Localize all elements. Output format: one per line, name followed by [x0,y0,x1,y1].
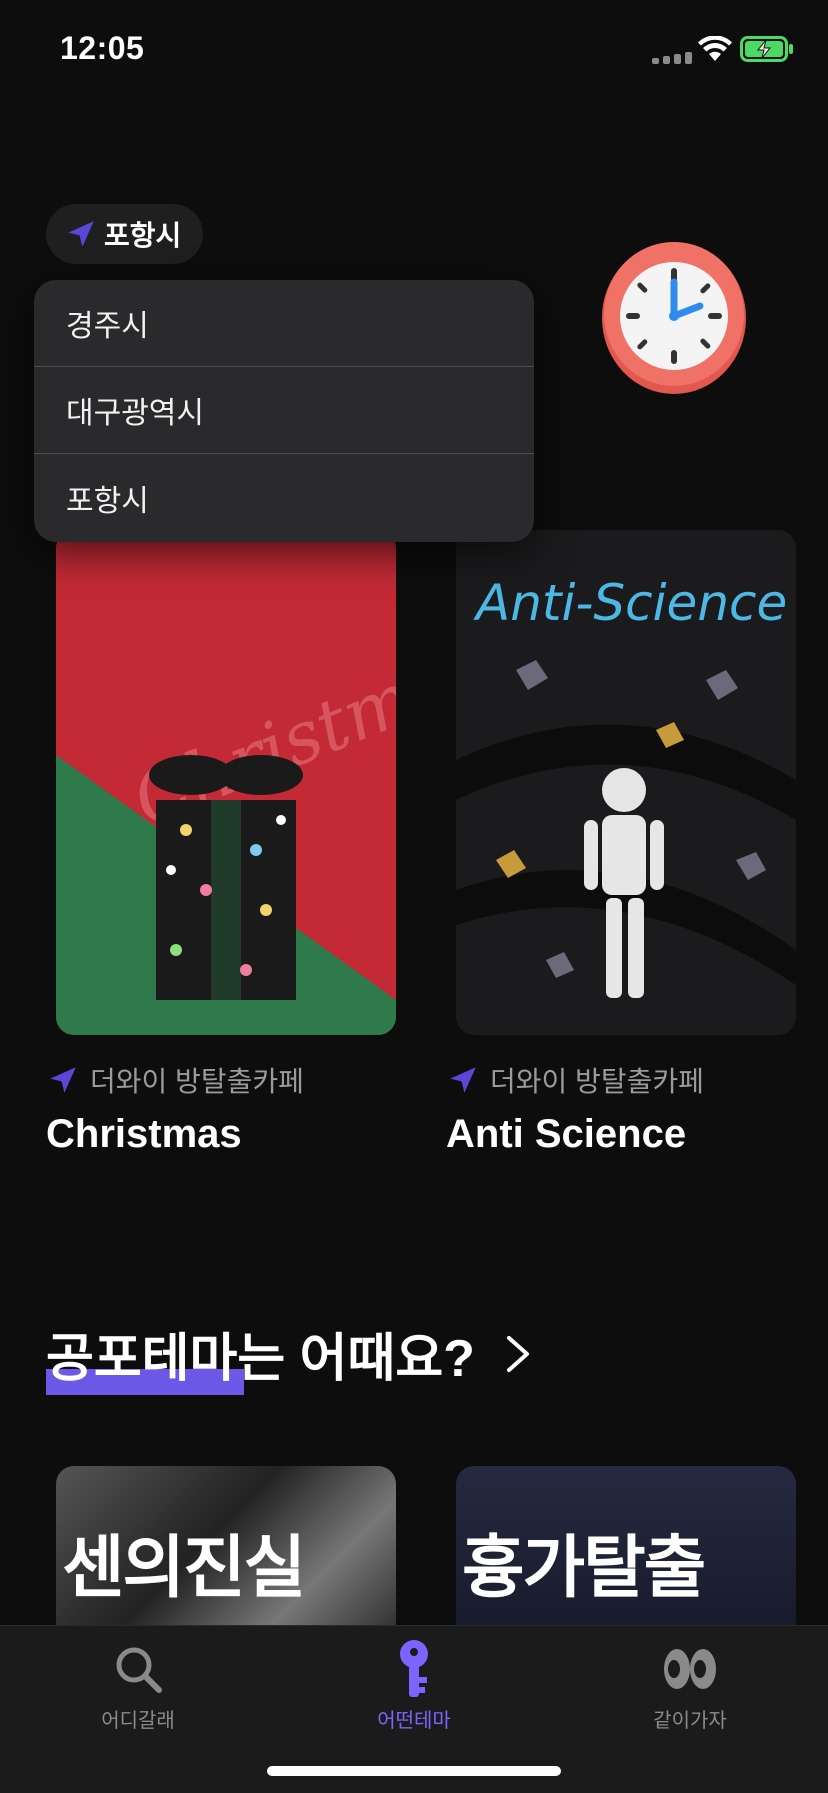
section-title: 공포테마는 어때요? [46,1316,475,1395]
horror-theme-poster[interactable]: 센의진실 [56,1466,396,1626]
location-arrow-icon [50,1067,76,1093]
wifi-icon [698,36,732,61]
horror-theme-poster[interactable]: 흉가탈출 [456,1466,796,1626]
location-label: 포항시 [104,220,182,251]
theme-card-anti-science[interactable]: Anti-Science 더와이 방탈출카페 Anti Science [446,530,796,1156]
key-icon [400,1640,428,1697]
cafe-name: 더와이 방탈출카페 [490,1066,704,1097]
cafe-name: 더와이 방탈출카페 [90,1066,304,1097]
dropdown-option-gyeongju[interactable]: 경주시 [34,280,534,367]
tab-label: 어디갈래 [101,1710,175,1732]
eyes-icon [664,1649,716,1689]
tab-which-theme[interactable]: 어떤테마 [314,1640,514,1733]
poster-title-text: 흉가탈출 [462,1530,706,1606]
chevron-right-icon[interactable] [503,1332,533,1376]
location-arrow-icon [450,1067,476,1093]
theme-cafe: 더와이 방탈출카페 [46,1060,304,1100]
poster-title-text: Anti-Science [473,574,787,632]
tab-go-together[interactable]: 같이가자 [590,1640,790,1733]
dropdown-option-pohang[interactable]: 포항시 [34,454,534,541]
theme-poster: Anti-Science [456,530,796,1035]
tab-where[interactable]: 어디갈래 [38,1640,238,1733]
status-time: 12:05 [60,30,145,66]
tab-label: 같이가자 [653,1710,727,1732]
theme-title: Anti Science [446,1112,687,1156]
location-dropdown: 경주시 대구광역시 포항시 [34,280,534,542]
clock-icon [602,242,746,394]
theme-title: Christmas [46,1112,242,1156]
location-selector[interactable]: 포항시 [46,204,204,264]
status-bar: 12:05 [0,0,828,100]
section-title-text: 공포테마는 어때요? [46,1330,475,1388]
theme-card-christmas[interactable]: Christmas 더와이 방탈출카페 Christmas [46,530,396,1156]
home-indicator [267,1766,561,1776]
dropdown-option-daegu[interactable]: 대구광역시 [34,367,534,454]
battery-charging-icon [740,36,793,62]
theme-cafe: 더와이 방탈출카페 [446,1060,704,1100]
location-arrow-icon [68,221,94,247]
theme-poster: Christmas [56,530,396,1035]
poster-title-text: 센의진실 [62,1530,306,1606]
search-icon [116,1647,162,1693]
cellular-signal-icon [652,52,692,64]
horror-section-header[interactable]: 공포테마는 어때요? [46,1316,533,1395]
tab-label: 어떤테마 [377,1710,451,1732]
